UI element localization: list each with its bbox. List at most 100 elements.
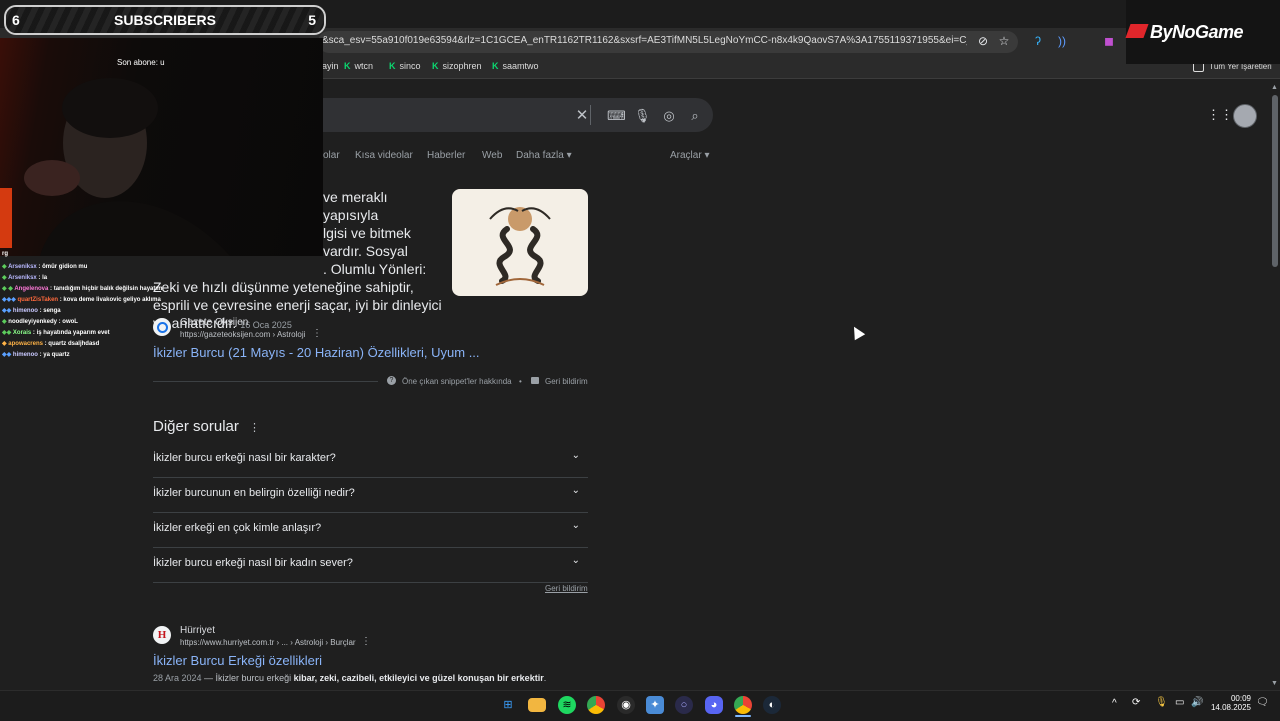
paa-question[interactable]: İkizler burcu erkeği nasıl bir karakter?… xyxy=(153,442,588,478)
caret-down-icon: ▾ xyxy=(566,150,572,161)
search-icon[interactable]: ⌕ xyxy=(687,108,703,124)
active-app-indicator xyxy=(735,715,751,717)
extension-translate-icon[interactable]: ʔ xyxy=(1031,34,1045,48)
tab-more[interactable]: Daha fazla ▾ xyxy=(516,150,572,161)
result-date: 28 Ara 2024 xyxy=(153,673,202,683)
app-icon[interactable]: ✦ xyxy=(646,696,664,714)
url-text: &sca_esv=55a910f019e63594&rlz=1C1GCEA_en… xyxy=(322,35,967,46)
paa-title: Diğer sorular xyxy=(153,418,239,435)
bookmark-item[interactable]: Kwtcn xyxy=(344,61,373,71)
kick-icon: K xyxy=(344,61,351,71)
chrome-icon[interactable] xyxy=(587,696,605,714)
subscriber-goal-bar: 6 SUBSCRIBERS 5 xyxy=(4,5,326,35)
bookmark-item[interactable]: ayin xyxy=(322,61,339,71)
more-options-icon[interactable]: ⋮ xyxy=(361,636,371,647)
more-options-icon[interactable]: ⋮ xyxy=(312,328,322,339)
help-icon: ? xyxy=(387,376,396,385)
feedback-link[interactable]: Geri bildirim xyxy=(545,584,588,593)
paa-question[interactable]: İkizler burcu erkeği nasıl bir kadın sev… xyxy=(153,547,588,583)
result-title-link[interactable]: İkizler Burcu (21 Mayıs - 20 Haziran) Öz… xyxy=(153,345,480,360)
tab-images[interactable]: olar xyxy=(323,150,340,161)
app-circle-icon[interactable]: ○ xyxy=(675,696,693,714)
tray-chevron-up-icon[interactable]: ^ xyxy=(1112,698,1117,709)
clock[interactable]: 00:09 14.08.2025 xyxy=(1208,694,1251,712)
more-options-icon[interactable]: ⋮ xyxy=(249,421,260,434)
source-url[interactable]: https://gazeteoksijen.com › Astroloji xyxy=(180,330,305,339)
steam-icon[interactable]: ◐ xyxy=(763,696,781,714)
snippet-text: . xyxy=(543,673,547,683)
extension-purple-icon[interactable]: ◼ xyxy=(1102,34,1116,48)
chat-message: ◆ apowacrens : quartz dsaljhdasd xyxy=(2,341,100,347)
volume-icon[interactable]: 🔊 xyxy=(1191,697,1203,708)
divider xyxy=(153,381,378,382)
taskbar xyxy=(0,690,1280,721)
chevron-down-icon: ⌄ xyxy=(571,555,580,566)
gemini-snakes-image[interactable] xyxy=(452,189,588,296)
apps-grid-icon[interactable]: ⋮⋮ xyxy=(1207,108,1233,122)
chat-message: ◆◆◆ quartZisTaken : kova deme livakovic … xyxy=(2,297,161,303)
source-name[interactable]: Gazete Oksijen xyxy=(180,317,248,328)
tools-button[interactable]: Araçlar ▾ xyxy=(670,150,710,161)
result-snippet: 28 Ara 2024 — İkizler burcu erkeği kibar… xyxy=(153,673,546,683)
kick-icon: K xyxy=(492,61,499,71)
tab-short-videos[interactable]: Kısa videolar xyxy=(355,150,413,161)
caret-down-icon: ▾ xyxy=(704,150,710,161)
tab-web[interactable]: Web xyxy=(482,150,502,161)
source-name[interactable]: Hürriyet xyxy=(180,625,215,636)
avatar[interactable] xyxy=(1233,104,1257,128)
network-icon[interactable]: ▭ xyxy=(1175,697,1184,708)
about-snippets-link[interactable]: Öne çıkan snippet'ler hakkında xyxy=(402,377,512,386)
microphone-icon[interactable]: 🎙 xyxy=(634,108,651,124)
chevron-down-icon: ⌄ xyxy=(571,450,580,461)
feedback-icon xyxy=(531,377,539,384)
scrollbar-thumb[interactable] xyxy=(1272,95,1278,267)
clock-date: 14.08.2025 xyxy=(1210,703,1251,712)
feedback-link[interactable]: Geri bildirim xyxy=(545,377,588,386)
question-text: İkizler erkeği en çok kimle anlaşır? xyxy=(153,522,322,534)
bookmark-item[interactable]: Ksizophren xyxy=(432,61,482,71)
snippet-line: Zeki ve hızlı düşünme yeteneğine sahipti… xyxy=(153,279,414,295)
chevron-down-icon: ⌄ xyxy=(571,485,580,496)
clock-time: 00:09 xyxy=(1230,694,1251,703)
tray-sync-icon[interactable]: ⟳ xyxy=(1132,697,1140,708)
discord-icon[interactable]: ◕ xyxy=(705,696,723,714)
chrome-active-icon[interactable] xyxy=(734,696,752,714)
chat-message: ◆ Arseniksx : la xyxy=(2,275,48,281)
hurriyet-favicon: H xyxy=(153,626,171,644)
keyboard-icon[interactable]: ⌨ xyxy=(607,108,626,124)
lens-icon[interactable]: ◎ xyxy=(661,108,677,124)
notification-icon[interactable]: 🗨 xyxy=(1256,697,1269,708)
eye-off-icon[interactable]: ⊘ xyxy=(976,34,990,48)
bookmark-item[interactable]: Ksaamtwo xyxy=(492,61,539,71)
dot-separator: • xyxy=(519,377,522,386)
question-text: İkizler burcunun en belirgin özelliği ne… xyxy=(153,487,355,499)
extension-audio-icon[interactable]: )) xyxy=(1055,34,1069,48)
chat-message: ◆◆ himenoo : senga xyxy=(2,308,61,314)
paa-question[interactable]: İkizler erkeği en çok kimle anlaşır? ⌄ xyxy=(153,512,588,548)
result-title-link[interactable]: İkizler Burcu Erkeği özellikleri xyxy=(153,653,322,668)
snippet-text: — İkizler burcu erkeği xyxy=(201,673,294,683)
chevron-down-icon: ⌄ xyxy=(571,520,580,531)
chat-message: ◆◆ Xorais : iş hayatında yaparım evet xyxy=(2,330,110,336)
mouse-cursor-icon xyxy=(848,323,866,341)
obs-icon[interactable]: ◉ xyxy=(617,696,635,714)
search-input[interactable] xyxy=(300,98,713,132)
bynogame-logo-text: ByNoGame xyxy=(1150,22,1244,42)
paa-question[interactable]: İkizler burcunun en belirgin özelliği ne… xyxy=(153,477,588,513)
chat-message: ◆ Arseniksx : ömür gidion mu xyxy=(2,264,88,270)
file-explorer-icon[interactable] xyxy=(528,698,546,712)
tray-microphone-icon[interactable]: 🎙 xyxy=(1155,697,1168,708)
scroll-down-icon[interactable]: ▼ xyxy=(1271,680,1278,687)
source-url[interactable]: https://www.hurriyet.com.tr › ... › Astr… xyxy=(180,638,356,647)
bookmark-item[interactable]: Ksinco xyxy=(389,61,421,71)
bookmark-star-icon[interactable]: ☆ xyxy=(997,34,1011,48)
windows-start-icon[interactable]: ⊞ xyxy=(499,696,517,714)
spotify-icon[interactable]: ≋ xyxy=(558,696,576,714)
tab-news[interactable]: Haberler xyxy=(427,150,465,161)
snippet-line: . Olumlu Yönleri: xyxy=(323,261,427,277)
clear-icon[interactable]: ✕ xyxy=(574,108,590,124)
gazete-oksijen-favicon xyxy=(153,318,171,336)
chat-message: ◆ ◆ Angelenova : tanıdığım hiçbir balık … xyxy=(2,286,163,292)
scroll-up-icon[interactable]: ▲ xyxy=(1271,84,1278,91)
kick-icon: K xyxy=(389,61,396,71)
